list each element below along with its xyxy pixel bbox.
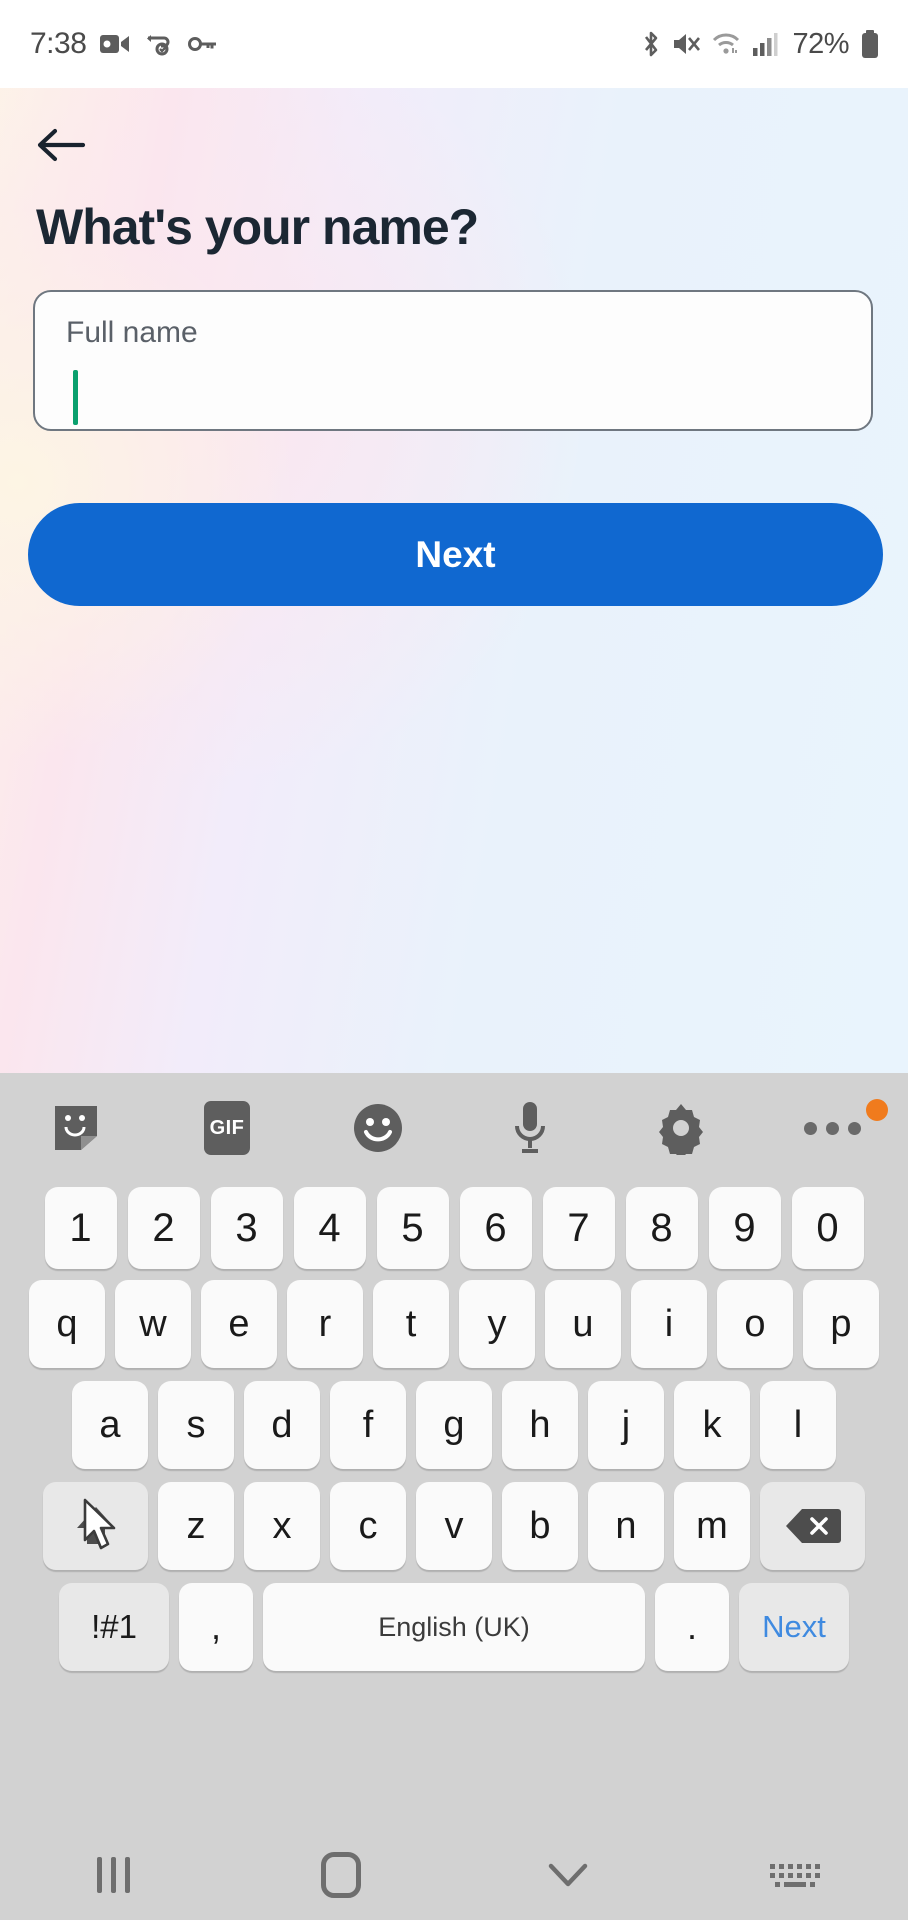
- gif-label: GIF: [203, 1101, 250, 1155]
- key-6[interactable]: 6: [459, 1187, 532, 1269]
- status-bar-right: 72%: [641, 28, 880, 61]
- shift-key[interactable]: [43, 1482, 148, 1570]
- key-5[interactable]: 5: [376, 1187, 449, 1269]
- key-c[interactable]: c: [330, 1482, 406, 1570]
- home-icon: [320, 1852, 361, 1898]
- key-9[interactable]: 9: [708, 1187, 781, 1269]
- key-3[interactable]: 3: [210, 1187, 283, 1269]
- key-0[interactable]: 0: [791, 1187, 864, 1269]
- mute-icon: [672, 31, 701, 57]
- vpn-key-sync-icon: [144, 32, 174, 56]
- key-8[interactable]: 8: [625, 1187, 698, 1269]
- shift-icon: [76, 1507, 115, 1544]
- key-icon: [188, 35, 218, 53]
- video-camera-icon: [100, 33, 130, 55]
- key-j[interactable]: j: [588, 1381, 664, 1469]
- keyboard-row-home: a s d f g h j k l: [0, 1381, 908, 1469]
- key-y[interactable]: y: [459, 1280, 535, 1368]
- key-a[interactable]: a: [72, 1381, 148, 1469]
- key-t[interactable]: t: [373, 1280, 449, 1368]
- text-caret: [73, 370, 78, 425]
- page-title: What's your name?: [36, 199, 479, 255]
- system-navigation-bar: [0, 1830, 908, 1920]
- period-key[interactable]: .: [655, 1583, 729, 1671]
- status-bar: 7:38 72%: [0, 0, 908, 88]
- keyboard-row-bottom-letters: z x c v b n m: [0, 1482, 908, 1570]
- next-button[interactable]: Next: [28, 503, 883, 606]
- emoji-icon[interactable]: [303, 1073, 454, 1183]
- more-options-icon[interactable]: [757, 1073, 908, 1183]
- comma-key[interactable]: ,: [179, 1583, 253, 1671]
- key-2[interactable]: 2: [127, 1187, 200, 1269]
- full-name-label: Full name: [66, 316, 198, 349]
- bluetooth-icon: [641, 29, 661, 59]
- status-bar-left: 7:38: [30, 27, 218, 61]
- space-key[interactable]: English (UK): [263, 1583, 645, 1671]
- settings-gear-icon[interactable]: [605, 1073, 756, 1183]
- nav-recents-button[interactable]: [0, 1857, 227, 1893]
- key-s[interactable]: s: [158, 1381, 234, 1469]
- key-i[interactable]: i: [631, 1280, 707, 1368]
- app-content: What's your name? Full name Next: [0, 88, 908, 1073]
- key-o[interactable]: o: [717, 1280, 793, 1368]
- battery-percent: 72%: [792, 27, 849, 60]
- key-n[interactable]: n: [588, 1482, 664, 1570]
- key-v[interactable]: v: [416, 1482, 492, 1570]
- battery-icon: [860, 29, 880, 59]
- key-p[interactable]: p: [803, 1280, 879, 1368]
- keyboard: GIF 1 2 3 4 5 6 7 8 9 0 q w e r t y u i …: [0, 1073, 908, 1830]
- key-l[interactable]: l: [760, 1381, 836, 1469]
- key-g[interactable]: g: [416, 1381, 492, 1469]
- keyboard-row-numbers: 1 2 3 4 5 6 7 8 9 0: [0, 1187, 908, 1269]
- enter-next-key[interactable]: Next: [739, 1583, 849, 1671]
- nav-hide-keyboard-button[interactable]: [454, 1860, 681, 1890]
- overflow-dots: [803, 1121, 861, 1135]
- key-4[interactable]: 4: [293, 1187, 366, 1269]
- backspace-key[interactable]: [760, 1482, 865, 1570]
- key-u[interactable]: u: [545, 1280, 621, 1368]
- keyboard-toolbar: GIF: [0, 1073, 908, 1183]
- keyboard-icon: [769, 1863, 820, 1887]
- sticker-icon[interactable]: [0, 1073, 151, 1183]
- wifi-icon: [711, 31, 741, 57]
- keyboard-row-top: q w e r t y u i o p: [0, 1280, 908, 1368]
- key-1[interactable]: 1: [44, 1187, 117, 1269]
- key-m[interactable]: m: [674, 1482, 750, 1570]
- key-d[interactable]: d: [244, 1381, 320, 1469]
- key-r[interactable]: r: [287, 1280, 363, 1368]
- back-button[interactable]: [24, 108, 98, 182]
- status-time: 7:38: [30, 27, 87, 60]
- keyboard-row-action: !#1 , English (UK) . Next: [0, 1583, 908, 1671]
- key-q[interactable]: q: [29, 1280, 105, 1368]
- signal-icon: [752, 31, 778, 57]
- back-arrow-icon: [37, 128, 86, 162]
- key-x[interactable]: x: [244, 1482, 320, 1570]
- key-e[interactable]: e: [201, 1280, 277, 1368]
- key-z[interactable]: z: [158, 1482, 234, 1570]
- key-h[interactable]: h: [502, 1381, 578, 1469]
- nav-home-button[interactable]: [227, 1852, 454, 1898]
- full-name-input[interactable]: Full name: [33, 290, 873, 431]
- recents-icon: [97, 1857, 130, 1893]
- key-b[interactable]: b: [502, 1482, 578, 1570]
- symbols-key[interactable]: !#1: [59, 1583, 169, 1671]
- key-w[interactable]: w: [115, 1280, 191, 1368]
- microphone-icon[interactable]: [454, 1073, 605, 1183]
- notification-badge: [865, 1099, 888, 1121]
- key-f[interactable]: f: [330, 1381, 406, 1469]
- key-7[interactable]: 7: [542, 1187, 615, 1269]
- nav-switch-keyboard-button[interactable]: [681, 1863, 908, 1887]
- chevron-down-icon: [548, 1863, 587, 1887]
- gif-icon[interactable]: GIF: [151, 1073, 302, 1183]
- key-k[interactable]: k: [674, 1381, 750, 1469]
- backspace-icon: [785, 1509, 841, 1543]
